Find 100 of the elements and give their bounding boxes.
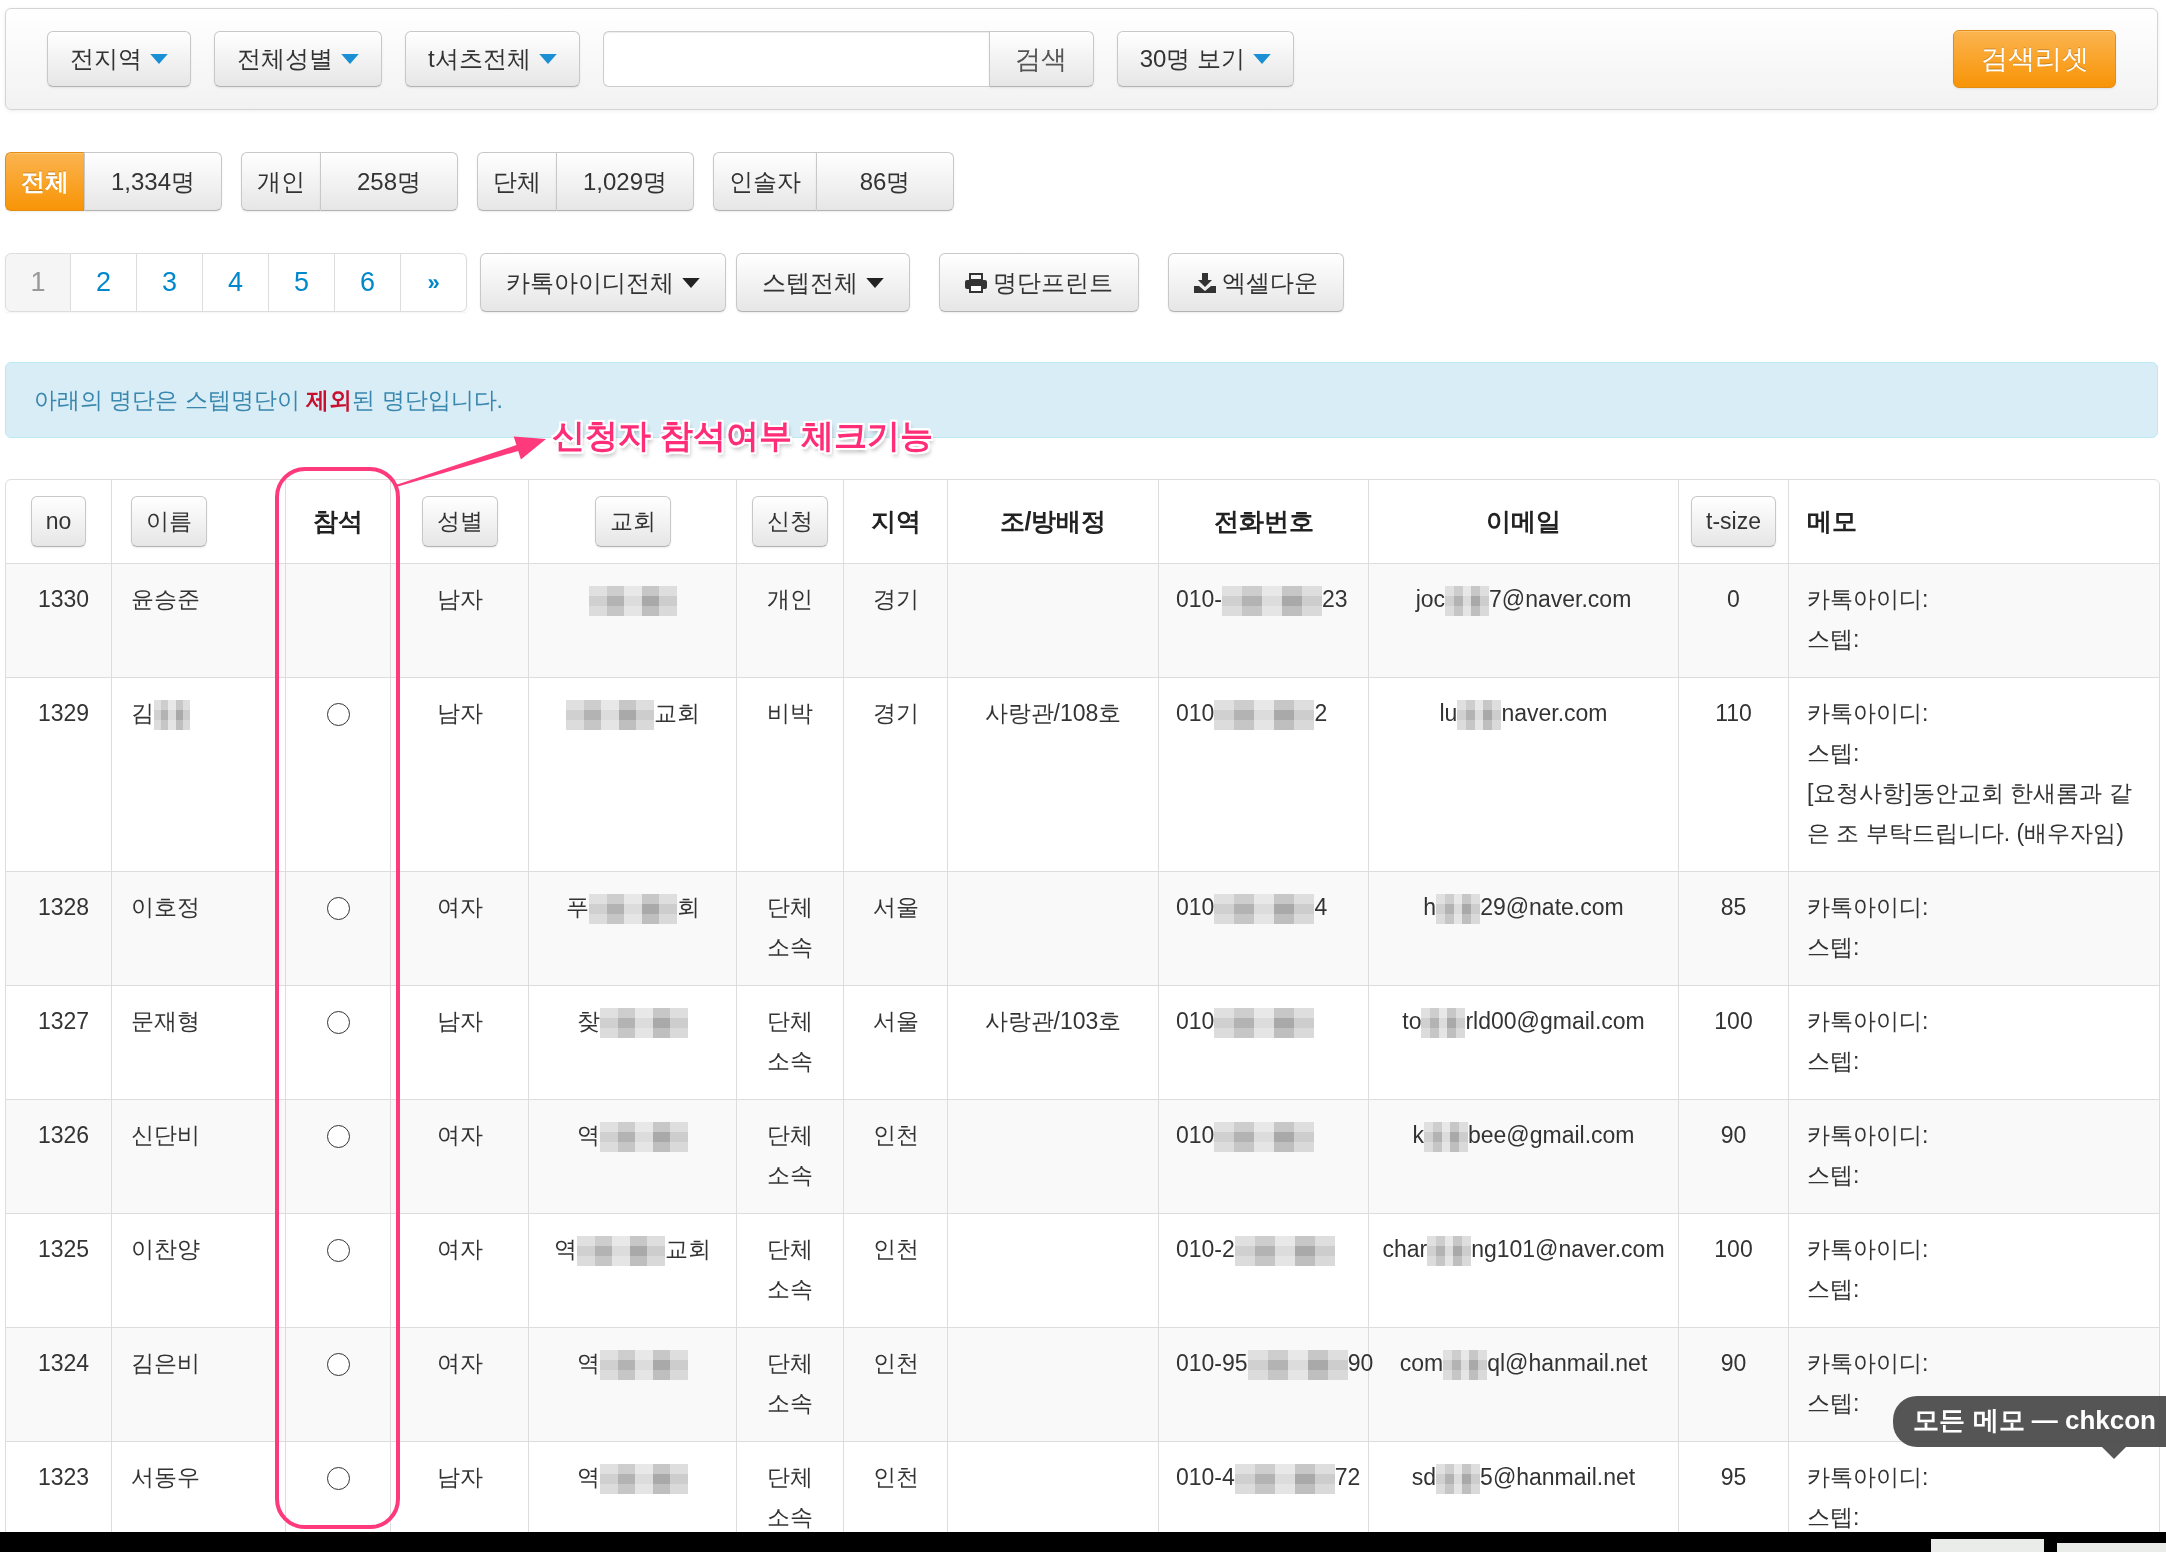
count-button[interactable]: 258명: [320, 152, 458, 211]
region-text: 경기: [872, 700, 919, 726]
sort-button[interactable]: 교회: [594, 496, 671, 547]
radio-button[interactable]: [326, 1011, 350, 1035]
phone-text: 010: [1176, 700, 1215, 726]
memo-line: 스텝:: [1807, 1276, 1860, 1302]
row-number: 1330: [37, 586, 90, 612]
tshirt-size-text: 85: [1720, 894, 1747, 920]
filter-dropdown[interactable]: 스텝전체: [736, 253, 910, 312]
name-text: 문재형: [131, 1008, 200, 1034]
memo-line: 카톡아이디:: [1807, 1236, 1929, 1262]
memo-line: 스텝:: [1807, 1048, 1860, 1074]
memo-line: 스텝:: [1807, 1504, 1860, 1530]
sort-button[interactable]: t-size: [1691, 496, 1776, 547]
region-text: 인천: [872, 1464, 919, 1490]
page-link[interactable]: 2: [71, 253, 137, 312]
sort-button[interactable]: 이름: [131, 496, 207, 547]
signup-type-text: 단체 소속: [767, 1008, 813, 1074]
email-text: sd: [1411, 1464, 1437, 1490]
pixelated-block: [1427, 1235, 1472, 1266]
phone-text: 72: [1334, 1464, 1361, 1490]
signup-type-text: 개인: [767, 586, 813, 612]
pixelated-block: [1445, 585, 1490, 616]
email-text: ng101@naver.com: [1471, 1236, 1665, 1262]
column-header: 참석: [313, 507, 363, 535]
page-link[interactable]: 5: [269, 253, 335, 312]
tshirt-size-text: 100: [1714, 1236, 1753, 1262]
count-button[interactable]: 1,029명: [556, 152, 694, 211]
memo-line: 카톡아이디:: [1807, 894, 1929, 920]
column-header: 이메일: [1486, 507, 1561, 535]
search-button[interactable]: 검색: [988, 31, 1094, 87]
category-tab[interactable]: 단체: [477, 152, 556, 211]
region-text: 인천: [872, 1122, 919, 1148]
filter-dropdown[interactable]: 전체성별: [214, 31, 382, 87]
next-page-link[interactable]: »: [401, 253, 467, 312]
column-header: 지역: [870, 507, 921, 535]
memo-line: 스텝:: [1807, 1162, 1860, 1188]
church-text: 교회: [653, 700, 700, 726]
row-number: 1325: [37, 1236, 90, 1262]
email-text: h: [1423, 894, 1437, 920]
phone-text: 4: [1314, 894, 1328, 920]
search-field[interactable]: [602, 31, 989, 87]
gender-text: 여자: [436, 1236, 483, 1262]
email-text: to: [1402, 1008, 1422, 1034]
signup-type-text: 비박: [767, 700, 813, 726]
phone-text: 010: [1176, 1008, 1215, 1034]
annotation-label: 신청자 참석여부 체크기능: [552, 416, 934, 456]
radio-button[interactable]: [326, 897, 350, 921]
sort-button[interactable]: 성별: [421, 496, 498, 547]
radio-button[interactable]: [326, 1353, 350, 1377]
sort-button[interactable]: 신청: [752, 496, 828, 547]
category-tab[interactable]: 개인: [241, 152, 320, 211]
page-link[interactable]: 4: [203, 253, 269, 312]
count-button[interactable]: 86명: [816, 152, 954, 211]
page-link[interactable]: 6: [335, 253, 401, 312]
radio-button[interactable]: [326, 1125, 350, 1149]
sort-button[interactable]: no: [30, 496, 87, 547]
tshirt-size-text: 95: [1720, 1464, 1747, 1490]
name-text: 서동우: [131, 1464, 200, 1490]
pixelated-block: [1436, 893, 1481, 924]
column-header: 조/방배정: [999, 507, 1107, 535]
tshirt-size-text: 90: [1720, 1350, 1747, 1376]
category-tab[interactable]: 인솔자: [713, 152, 816, 211]
count-button[interactable]: 1,334명: [84, 152, 222, 211]
memo-line: 카톡아이디:: [1807, 1122, 1929, 1148]
radio-button[interactable]: [326, 1467, 350, 1491]
name-text: 김은비: [131, 1350, 200, 1376]
page-link[interactable]: 3: [137, 253, 203, 312]
print-button[interactable]: 명단프린트: [939, 253, 1139, 312]
filter-dropdown[interactable]: 카톡아이디전체: [480, 253, 726, 312]
tshirt-size-text: 100: [1714, 1008, 1753, 1034]
radio-button[interactable]: [326, 703, 350, 727]
pixelated-block: [1457, 699, 1502, 730]
church-text: 찾: [577, 1008, 600, 1034]
email-text: char: [1382, 1236, 1428, 1262]
signup-type-text: 단체 소속: [767, 894, 813, 960]
page-size-dropdown[interactable]: 30명 보기: [1116, 31, 1295, 87]
window-thumbnail[interactable]: [2057, 1543, 2166, 1552]
memo-line: 카톡아이디:: [1807, 1350, 1929, 1376]
row-number: 1324: [37, 1350, 90, 1376]
region-text: 서울: [872, 1008, 919, 1034]
caret-icon: [150, 54, 168, 64]
caret-icon: [341, 54, 359, 64]
row-number: 1329: [37, 700, 90, 726]
memo-line: 스텝:: [1807, 934, 1860, 960]
caret-icon: [866, 277, 884, 288]
region-text: 경기: [872, 586, 919, 612]
tooltip: 모든 메모 — chkcon: [1893, 1396, 2166, 1459]
window-thumbnail[interactable]: [1931, 1539, 2044, 1552]
signup-type-text: 단체 소속: [767, 1122, 813, 1188]
memo-line: 스텝:: [1807, 1390, 1860, 1416]
signup-type-text: 단체 소속: [767, 1236, 813, 1302]
gender-text: 여자: [436, 894, 483, 920]
column-header: 전화번호: [1213, 507, 1314, 535]
gender-text: 남자: [436, 1464, 483, 1490]
filter-dropdown[interactable]: 전지역: [47, 31, 191, 87]
filter-dropdown[interactable]: t셔츠전체: [405, 31, 580, 87]
radio-button[interactable]: [326, 1239, 350, 1263]
church-text: 역: [577, 1350, 600, 1376]
excel-download-button[interactable]: 엑셀다운: [1168, 253, 1344, 312]
